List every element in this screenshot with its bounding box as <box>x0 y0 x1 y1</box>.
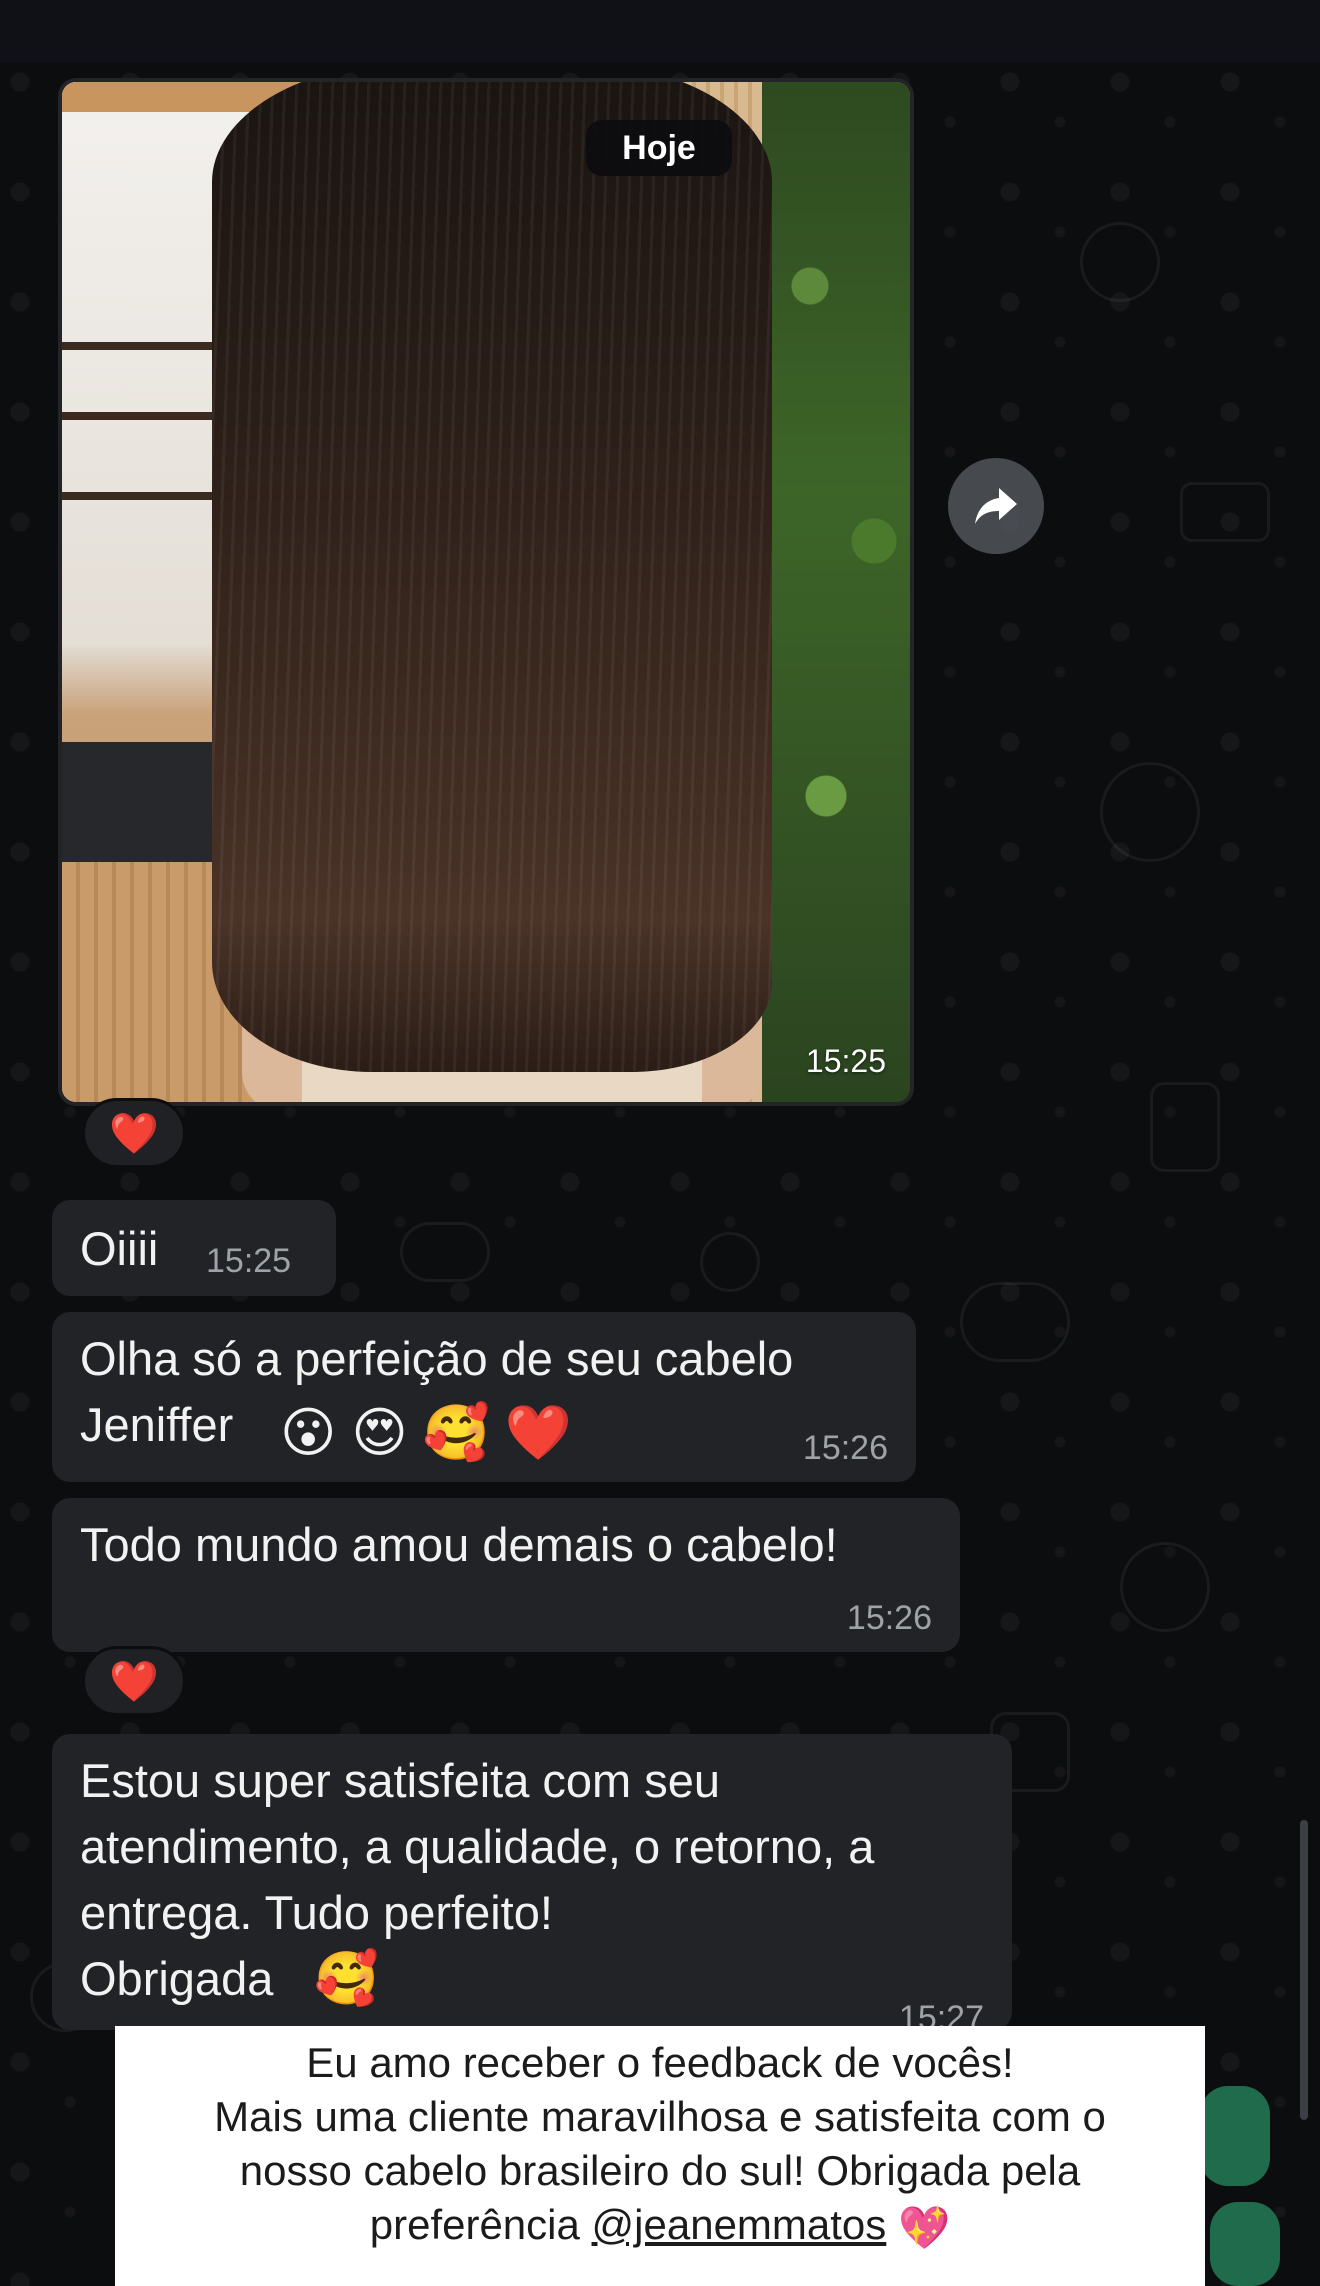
scrollbar[interactable] <box>1300 1820 1308 2120</box>
message-time: 15:26 <box>846 1599 932 1637</box>
date-chip: Hoje <box>586 120 732 176</box>
message-time: 15:26 <box>802 1429 888 1467</box>
status-chip <box>1210 2202 1280 2286</box>
heart-icon: ❤️ <box>504 1402 573 1463</box>
caption-line: Mais uma cliente maravilhosa e satisfeit… <box>214 2093 1106 2140</box>
heart-eyes-emoji: 😍 <box>351 1402 408 1463</box>
astonished-emoji: 😮 <box>280 1402 337 1463</box>
caption-line: Eu amo receber o feedback de vocês! <box>306 2039 1014 2086</box>
message-text: Estou super satisfeita com seu atendimen… <box>80 1754 875 2005</box>
reaction-heart[interactable]: ❤️ <box>82 1646 186 1716</box>
smiling-hearts-emoji: 🥰 <box>422 1402 490 1463</box>
screen: 15:25 Hoje ❤️ Oiiii 15:25 Olha só a perf… <box>0 0 1320 2286</box>
sparkling-heart-emoji: 💖 <box>897 2203 951 2251</box>
status-strip <box>0 0 1320 62</box>
message-bubble[interactable]: Estou super satisfeita com seu atendimen… <box>52 1734 1012 2037</box>
caption-line: nosso cabelo brasileiro do sul! Obrigada… <box>239 2147 1081 2194</box>
image-timestamp: 15:25 <box>805 1043 886 1079</box>
message-bubble[interactable]: Olha só a perfeição de seu cabelo Jeniff… <box>52 1312 916 1482</box>
message-text: Todo mundo amou demais o cabelo! <box>80 1518 838 1571</box>
forward-icon <box>975 488 1017 524</box>
heart-icon: ❤️ <box>109 1659 159 1704</box>
message-bubble[interactable]: Todo mundo amou demais o cabelo! 15:26 <box>52 1498 960 1652</box>
reaction-heart[interactable]: ❤️ <box>82 1098 186 1168</box>
caption-line: preferência @jeanemmatos 💖 <box>115 2198 1205 2255</box>
hair <box>212 82 772 1072</box>
message-bubble[interactable]: Oiiii 15:25 <box>52 1200 336 1296</box>
heart-icon: ❤️ <box>109 1111 159 1156</box>
forward-button[interactable] <box>948 458 1044 554</box>
caption-card: Eu amo receber o feedback de vocês! Mais… <box>115 2026 1205 2286</box>
caption-text: preferência <box>369 2201 580 2248</box>
image-message[interactable]: 15:25 <box>58 78 914 1106</box>
status-chip <box>1200 2086 1270 2186</box>
smiling-hearts-emoji: 🥰 <box>314 1950 379 2008</box>
message-text: Oiiii <box>80 1222 159 1275</box>
hair-photo[interactable]: 15:25 <box>62 82 910 1102</box>
mention-link[interactable]: @jeanemmatos <box>592 2201 887 2248</box>
message-time: 15:25 <box>206 1242 292 1280</box>
